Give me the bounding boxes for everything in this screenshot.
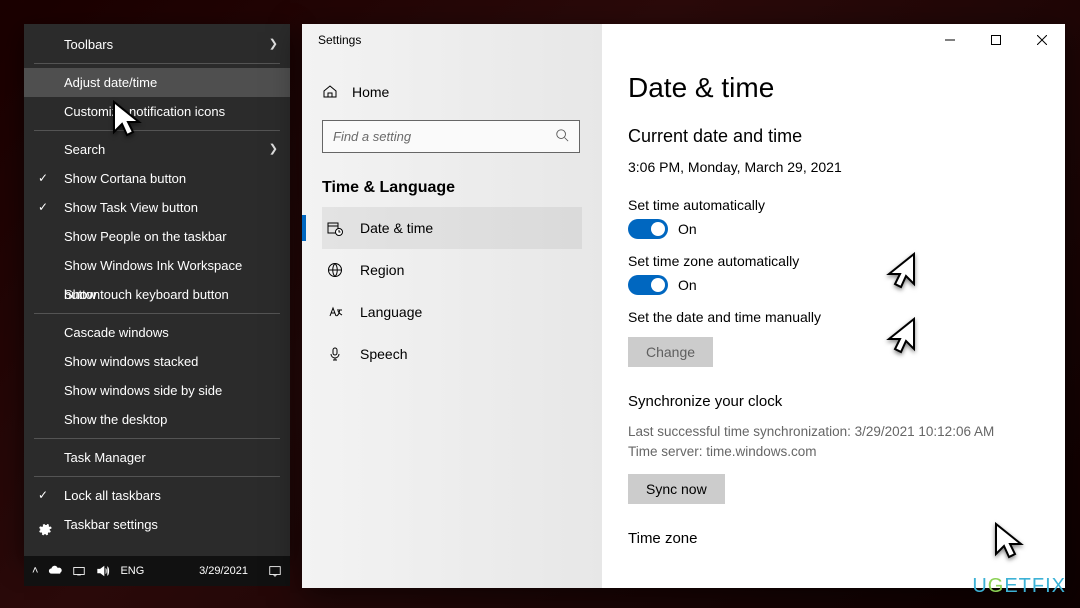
ctx-lock-label: Lock all taskbars xyxy=(64,488,161,503)
ctx-taskmgr-label: Task Manager xyxy=(64,450,146,465)
language-icon xyxy=(326,304,344,320)
sidebar-item-speech[interactable]: Speech xyxy=(322,333,582,375)
tray-language[interactable]: ENG xyxy=(120,565,144,577)
separator xyxy=(34,476,280,477)
ctx-show-cortana[interactable]: ✓ Show Cortana button xyxy=(24,164,290,193)
set-tz-auto-state: On xyxy=(678,277,697,293)
sync-last: Last successful time synchronization: 3/… xyxy=(628,422,1039,442)
sync-now-button[interactable]: Sync now xyxy=(628,474,725,504)
separator xyxy=(34,438,280,439)
sidebar-item-label: Language xyxy=(360,304,422,320)
chevron-right-icon: ❯ xyxy=(269,30,278,59)
checkmark-icon: ✓ xyxy=(38,164,48,193)
separator xyxy=(34,130,280,131)
ctx-show-touch-kb[interactable]: Show touch keyboard button xyxy=(24,280,290,309)
sidebar-item-datetime[interactable]: Date & time xyxy=(322,207,582,249)
maximize-button[interactable] xyxy=(973,24,1019,56)
ctx-taskbar-settings[interactable]: Taskbar settings xyxy=(24,510,290,539)
checkmark-icon: ✓ xyxy=(38,193,48,222)
ctx-cascade-label: Cascade windows xyxy=(64,325,169,340)
sync-server: Time server: time.windows.com xyxy=(628,442,1039,462)
system-tray: ˄ ENG 3/29/2021 xyxy=(24,556,290,586)
ctx-search-label: Search xyxy=(64,142,105,157)
ctx-customize-label: Customize notification icons xyxy=(64,104,225,119)
set-time-auto-state: On xyxy=(678,221,697,237)
ctx-show-taskview[interactable]: ✓ Show Task View button xyxy=(24,193,290,222)
close-button[interactable] xyxy=(1019,24,1065,56)
manual-datetime-label: Set the date and time manually xyxy=(628,309,1039,325)
sidebar-home[interactable]: Home xyxy=(322,72,582,112)
ctx-tbsettings-label: Taskbar settings xyxy=(64,517,158,532)
separator xyxy=(34,313,280,314)
volume-icon[interactable] xyxy=(96,564,110,578)
ctx-show-people[interactable]: Show People on the taskbar xyxy=(24,222,290,251)
ctx-adjust-label: Adjust date/time xyxy=(64,75,157,90)
watermark: UGETFIX xyxy=(972,575,1066,598)
timezone-heading: Time zone xyxy=(628,530,1039,547)
ctx-touch-label: Show touch keyboard button xyxy=(64,287,229,302)
sync-heading: Synchronize your clock xyxy=(628,393,1039,410)
sidebar-group-title: Time & Language xyxy=(322,179,582,197)
network-icon[interactable] xyxy=(72,564,86,578)
ctx-show-ink[interactable]: Show Windows Ink Workspace button xyxy=(24,251,290,280)
titlebar: Settings xyxy=(302,24,1065,56)
sidebar-item-label: Region xyxy=(360,262,404,278)
set-tz-auto-toggle[interactable] xyxy=(628,275,668,295)
taskbar-context-menu: Toolbars ❯ Adjust date/time Customize no… xyxy=(24,24,290,556)
ctx-customize-icons[interactable]: Customize notification icons xyxy=(24,97,290,126)
ctx-desktop[interactable]: Show the desktop xyxy=(24,405,290,434)
tray-chevron-up-icon[interactable]: ˄ xyxy=(32,565,38,577)
window-title: Settings xyxy=(302,33,361,47)
ctx-cortana-label: Show Cortana button xyxy=(64,171,186,186)
gear-icon xyxy=(38,517,52,546)
ctx-people-label: Show People on the taskbar xyxy=(64,229,227,244)
page-title: Date & time xyxy=(628,72,1039,104)
sidebar-item-region[interactable]: Region xyxy=(322,249,582,291)
sidebar-item-label: Speech xyxy=(360,346,407,362)
settings-window: Settings Home Find a setting xyxy=(302,24,1065,588)
calendar-clock-icon xyxy=(326,220,344,236)
current-datetime-heading: Current date and time xyxy=(628,126,1039,147)
current-datetime-value: 3:06 PM, Monday, March 29, 2021 xyxy=(628,159,1039,175)
set-time-auto-toggle[interactable] xyxy=(628,219,668,239)
ctx-toolbars[interactable]: Toolbars ❯ xyxy=(24,30,290,59)
sidebar-home-label: Home xyxy=(352,84,389,100)
ctx-cascade[interactable]: Cascade windows xyxy=(24,318,290,347)
ctx-sidebyside[interactable]: Show windows side by side xyxy=(24,376,290,405)
ctx-search[interactable]: Search ❯ xyxy=(24,135,290,164)
onedrive-icon[interactable] xyxy=(48,564,62,578)
ctx-stacked[interactable]: Show windows stacked xyxy=(24,347,290,376)
search-input[interactable]: Find a setting xyxy=(322,120,580,153)
ctx-taskview-label: Show Task View button xyxy=(64,200,198,215)
sidebar-item-label: Date & time xyxy=(360,220,433,236)
ctx-lock-taskbars[interactable]: ✓ Lock all taskbars xyxy=(24,481,290,510)
set-tz-auto-label: Set time zone automatically xyxy=(628,253,1039,269)
checkmark-icon: ✓ xyxy=(38,481,48,510)
microphone-icon xyxy=(326,346,344,362)
ctx-task-manager[interactable]: Task Manager xyxy=(24,443,290,472)
search-placeholder: Find a setting xyxy=(333,129,555,144)
notifications-icon[interactable] xyxy=(268,564,282,578)
ctx-desktop-label: Show the desktop xyxy=(64,412,167,427)
minimize-button[interactable] xyxy=(927,24,973,56)
ctx-sidebyside-label: Show windows side by side xyxy=(64,383,222,398)
settings-sidebar: Home Find a setting Time & Language Date… xyxy=(302,24,602,588)
home-icon xyxy=(322,83,338,102)
ctx-stacked-label: Show windows stacked xyxy=(64,354,198,369)
change-button[interactable]: Change xyxy=(628,337,713,367)
globe-icon xyxy=(326,262,344,278)
tray-clock[interactable]: 3/29/2021 xyxy=(199,565,248,577)
ctx-adjust-datetime[interactable]: Adjust date/time xyxy=(24,68,290,97)
ctx-toolbars-label: Toolbars xyxy=(64,37,113,52)
tray-date: 3/29/2021 xyxy=(199,565,248,577)
settings-content: Date & time Current date and time 3:06 P… xyxy=(602,24,1065,588)
separator xyxy=(34,63,280,64)
search-icon xyxy=(555,128,569,145)
chevron-right-icon: ❯ xyxy=(269,135,278,164)
set-time-auto-label: Set time automatically xyxy=(628,197,1039,213)
sidebar-item-language[interactable]: Language xyxy=(322,291,582,333)
